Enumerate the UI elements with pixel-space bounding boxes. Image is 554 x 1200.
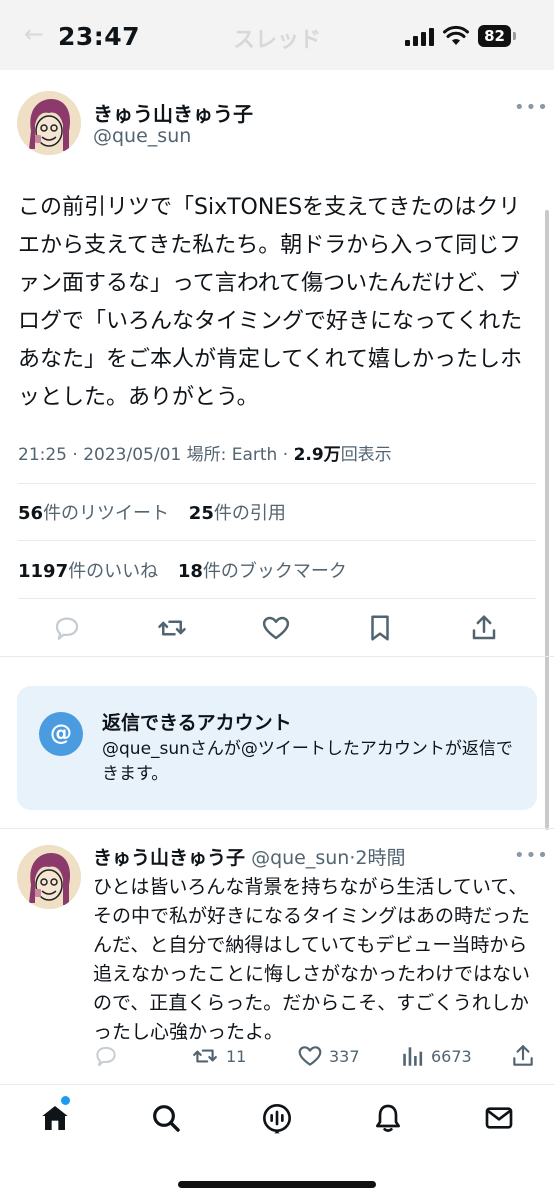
likes-stat[interactable]: 1197件のいいね <box>18 561 158 582</box>
battery-level: 82 <box>478 25 511 47</box>
tweet-date: 2023/05/01 <box>83 445 182 465</box>
reply-share-button[interactable] <box>510 1043 538 1071</box>
like-icon[interactable] <box>261 613 291 643</box>
reply-author-avatar[interactable] <box>17 845 81 909</box>
views-label: 回表示 <box>340 445 392 465</box>
author-name[interactable]: きゅう山きゅう子 <box>93 98 253 127</box>
bookmarks-label: 件のブックマーク <box>202 561 347 582</box>
reply-retweet-button[interactable]: 11 <box>192 1043 252 1071</box>
notification-dot <box>61 1096 70 1105</box>
bookmarks-stat[interactable]: 18件のブックマーク <box>178 561 347 582</box>
divider <box>18 483 536 484</box>
retweets-count: 56 <box>18 503 44 524</box>
status-time: 23:47 <box>58 22 141 51</box>
retweets-stat[interactable]: 56件のリツイート <box>18 503 169 524</box>
avatar-illustration <box>17 845 81 909</box>
analytics-icon <box>403 1047 423 1066</box>
scrollbar[interactable] <box>545 210 549 830</box>
share-icon <box>513 1045 533 1066</box>
reply-restriction-card: @ 返信できるアカウント @que_sunさんが@ツイートしたアカウントが返信で… <box>17 686 537 810</box>
more-dots-icon[interactable]: ••• <box>514 97 549 118</box>
reply-author-name[interactable]: きゅう山きゅう子 <box>93 847 245 869</box>
reply-time: 2時間 <box>355 847 406 869</box>
bookmark-icon[interactable] <box>365 613 395 643</box>
divider <box>18 540 536 541</box>
reply-like-count: 337 <box>329 1047 360 1066</box>
quotes-label: 件の引用 <box>213 503 286 524</box>
reply-text: ひとは皆いろんな背景を持ちながら生活していて、その中で私が好きになるタイミングは… <box>93 876 531 1043</box>
reply-icon[interactable] <box>52 613 82 643</box>
tweet-meta: 21:25 · 2023/05/01 場所: Earth · 2.9万回表示 <box>18 440 392 465</box>
divider <box>0 828 554 829</box>
reply-header: きゅう山きゅう子 @que_sun·2時間 <box>93 843 405 870</box>
retweet-icon <box>193 1049 217 1063</box>
tweet-location: 場所: Earth <box>186 445 278 465</box>
retweet-icon[interactable] <box>157 613 187 643</box>
author-avatar[interactable] <box>17 91 81 155</box>
notifications-bell-icon[interactable] <box>372 1102 404 1134</box>
retweet-quote-stats: 56件のリツイート 25件の引用 <box>18 499 286 525</box>
likes-count: 1197 <box>18 561 69 582</box>
home-icon[interactable] <box>39 1102 71 1134</box>
reply-restriction-title: 返信できるアカウント <box>102 712 292 734</box>
spaces-icon[interactable] <box>261 1102 293 1134</box>
status-bar: ← スレッド 23:47 82 <box>0 0 554 70</box>
reply-author-handle[interactable]: @que_sun <box>251 847 349 869</box>
messages-envelope-icon[interactable] <box>483 1102 515 1134</box>
divider <box>18 598 536 599</box>
meta-separator: · <box>72 445 84 465</box>
tweet-time: 21:25 <box>18 445 67 465</box>
like-bookmark-stats: 1197件のいいね 18件のブックマーク <box>18 557 347 583</box>
views-count: 2.9万 <box>293 445 341 465</box>
more-dots-icon[interactable]: ••• <box>514 845 549 866</box>
reply-views-count: 6673 <box>431 1047 472 1066</box>
reply-restriction-body: @que_sunさんが@ツイートしたアカウントが返信できます。 <box>102 739 513 784</box>
tweet-text: この前引リツで「SixTONESを支えてきたのはクリエから支えてきた私たち。朝ド… <box>18 195 523 410</box>
likes-label: 件のいいね <box>68 561 159 582</box>
reply-views-button[interactable]: 6673 <box>400 1043 480 1071</box>
meta-separator: · <box>282 445 294 465</box>
home-indicator[interactable] <box>178 1181 376 1188</box>
at-sign-icon: @ <box>39 712 83 756</box>
reply-reply-button[interactable] <box>93 1043 123 1071</box>
reply-icon <box>96 1046 116 1067</box>
quotes-count: 25 <box>188 503 214 524</box>
battery-indicator: 82 <box>478 25 518 47</box>
quotes-stat[interactable]: 25件の引用 <box>189 503 286 524</box>
bookmarks-count: 18 <box>177 561 203 582</box>
wifi-icon <box>443 25 469 45</box>
cellular-signal-icon <box>405 28 434 46</box>
divider <box>0 656 554 657</box>
author-handle[interactable]: @que_sun <box>93 125 191 147</box>
retweets-label: 件のリツイート <box>43 503 170 524</box>
search-icon[interactable] <box>150 1102 182 1134</box>
reply-retweet-count: 11 <box>226 1047 247 1066</box>
battery-nub <box>513 32 516 40</box>
avatar-illustration <box>17 91 81 155</box>
like-icon <box>298 1046 322 1066</box>
reply-like-button[interactable]: 337 <box>297 1043 372 1071</box>
share-icon[interactable] <box>469 613 499 643</box>
